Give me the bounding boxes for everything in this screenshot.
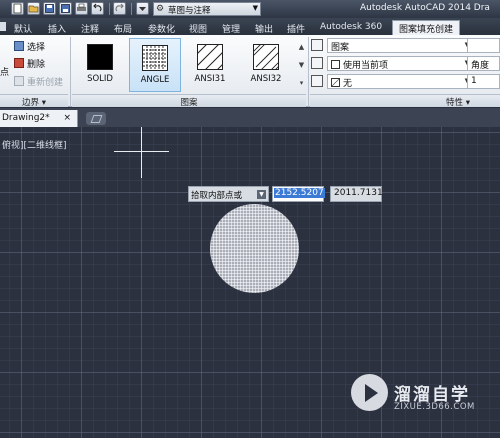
- tab-output[interactable]: 输出: [255, 20, 273, 35]
- pattern-ansi32[interactable]: ANSI32: [240, 38, 292, 92]
- hatch-color-dropdown[interactable]: 使用当前项▼: [327, 56, 473, 71]
- pattern-ansi31[interactable]: ANSI31: [184, 38, 236, 92]
- pattern-ansi31-label: ANSI31: [194, 74, 226, 84]
- pattern-panel-title: 图案: [72, 94, 306, 108]
- ribbon-tab-bar: 默认 插入 注释 布局 参数化 视图 管理 输出 插件 Autodesk 360…: [0, 18, 500, 35]
- ansi31-swatch-icon: [197, 44, 223, 70]
- color-swatch-icon: [331, 60, 340, 69]
- recreate-boundary-button[interactable]: 重新创建: [14, 75, 63, 88]
- file-tab-label: Drawing2*: [2, 113, 50, 123]
- viewport-controls-label[interactable]: 俯视][二维线框]: [2, 138, 67, 151]
- hatch-color-row: 使用当前项▼: [311, 56, 473, 71]
- tab-indicator: [0, 22, 6, 31]
- solid-swatch-icon: [87, 44, 113, 70]
- boundary-panel-title[interactable]: 边界 ▾: [0, 94, 68, 108]
- toolbar-separator: [131, 3, 132, 15]
- y-coordinate-value: 2011.7131: [334, 188, 383, 198]
- remove-boundary-button[interactable]: 删除: [14, 57, 45, 70]
- transparency-field[interactable]: [467, 38, 500, 53]
- tab-default[interactable]: 默认: [14, 20, 32, 35]
- options-down-arrow-icon[interactable]: ▼: [257, 190, 266, 199]
- panel-separator: [70, 37, 71, 107]
- dynamic-input-prompt-text: 拾取内部点或: [191, 191, 243, 201]
- undo-icon[interactable]: [91, 2, 104, 15]
- background-color-row: 无▼: [311, 74, 473, 89]
- workspace-label: 草图与注释: [168, 6, 211, 16]
- angle-field[interactable]: 角度: [467, 56, 500, 71]
- app-title: Autodesk AutoCAD 2014 Dra: [360, 3, 490, 13]
- open-folder-icon[interactable]: [27, 2, 40, 15]
- hatch-color-icon: [311, 57, 323, 69]
- scale-field[interactable]: 1: [467, 74, 500, 89]
- recreate-label: 重新创建: [27, 78, 64, 88]
- ribbon-panel-area: 点 选择 删除 重新创建 边界 ▾ SOLID ANGLE ANSI31 ANS…: [0, 35, 500, 108]
- new-file-icon[interactable]: [11, 2, 24, 15]
- no-color-swatch-icon: [331, 78, 340, 87]
- pattern-ansi32-label: ANSI32: [250, 74, 282, 84]
- pattern-gallery-scroll[interactable]: ▲ ▼ ▾: [297, 38, 306, 92]
- tab-layout[interactable]: 布局: [114, 20, 132, 35]
- select-boundary-button[interactable]: 选择: [14, 40, 45, 53]
- pattern-solid[interactable]: SOLID: [74, 38, 126, 92]
- pattern-angle[interactable]: ANGLE: [129, 38, 181, 92]
- delete-icon: [14, 58, 24, 68]
- angle-swatch-icon: [142, 45, 168, 71]
- file-tab-bar: Drawing2* ×: [0, 108, 500, 127]
- redo-icon[interactable]: [113, 2, 126, 15]
- pick-points-partial-label[interactable]: 点: [0, 65, 9, 78]
- dynamic-input-y-field[interactable]: 2011.7131: [330, 186, 383, 202]
- hatch-type-dropdown[interactable]: 图案▼: [327, 38, 473, 53]
- properties-panel-title[interactable]: 特性 ▾: [310, 94, 500, 108]
- angle-value: 角度: [471, 61, 490, 71]
- tab-autodesk-360[interactable]: Autodesk 360: [320, 20, 382, 35]
- customize-arrow-icon[interactable]: [136, 2, 149, 15]
- pattern-solid-label: SOLID: [87, 74, 113, 84]
- print-icon[interactable]: [75, 2, 88, 15]
- toolbar-separator: [109, 3, 110, 15]
- save-icon[interactable]: [43, 2, 56, 15]
- tab-insert[interactable]: 插入: [48, 20, 66, 35]
- tab-view[interactable]: 视图: [189, 20, 207, 35]
- tab-manage[interactable]: 管理: [222, 20, 240, 35]
- watermark-url: ZIXUE.3D66.COM: [394, 402, 475, 412]
- gear-icon: ⚙: [156, 4, 165, 14]
- x-coordinate-value: 2152.5207: [274, 188, 325, 198]
- panel-separator: [308, 37, 309, 107]
- scale-value: 1: [471, 76, 477, 86]
- workspace-selector[interactable]: ⚙ 草图与注释 ▼: [153, 2, 261, 16]
- delete-label: 删除: [27, 60, 46, 70]
- ansi32-swatch-icon: [253, 44, 279, 70]
- pattern-angle-label: ANGLE: [140, 75, 170, 85]
- hatch-type-value: 图案: [331, 43, 350, 53]
- dynamic-input-prompt: 拾取内部点或 ▼: [188, 186, 269, 202]
- tab-parametric[interactable]: 参数化: [148, 20, 175, 35]
- hatch-color-value: 使用当前项: [343, 61, 389, 71]
- recreate-icon: [14, 76, 24, 86]
- crosshair-vertical: [141, 127, 142, 178]
- close-icon[interactable]: ×: [63, 113, 71, 123]
- new-drawing-tab-icon[interactable]: [86, 112, 106, 125]
- dynamic-input-x-field[interactable]: 2152.5207: [272, 186, 325, 202]
- tab-annotate[interactable]: 注释: [81, 20, 99, 35]
- save-as-icon[interactable]: [59, 2, 72, 15]
- tab-hatch-creation[interactable]: 图案填充创建: [392, 20, 461, 35]
- tab-plugins[interactable]: 插件: [287, 20, 305, 35]
- chevron-down-icon: ▼: [252, 4, 258, 12]
- background-color-dropdown[interactable]: 无▼: [327, 74, 473, 89]
- select-label: 选择: [27, 43, 46, 53]
- select-icon: [14, 41, 24, 51]
- watermark-play-logo-icon: [351, 374, 388, 411]
- file-tab-drawing2[interactable]: Drawing2* ×: [0, 110, 78, 127]
- hatched-circle[interactable]: [210, 204, 299, 293]
- title-bar: ⚙ 草图与注释 ▼ Autodesk AutoCAD 2014 Dra: [0, 0, 500, 18]
- background-color-value: 无: [343, 79, 353, 89]
- hatch-type-row: 图案▼: [311, 38, 473, 53]
- background-color-icon: [311, 75, 323, 87]
- hatch-type-icon: [311, 39, 323, 51]
